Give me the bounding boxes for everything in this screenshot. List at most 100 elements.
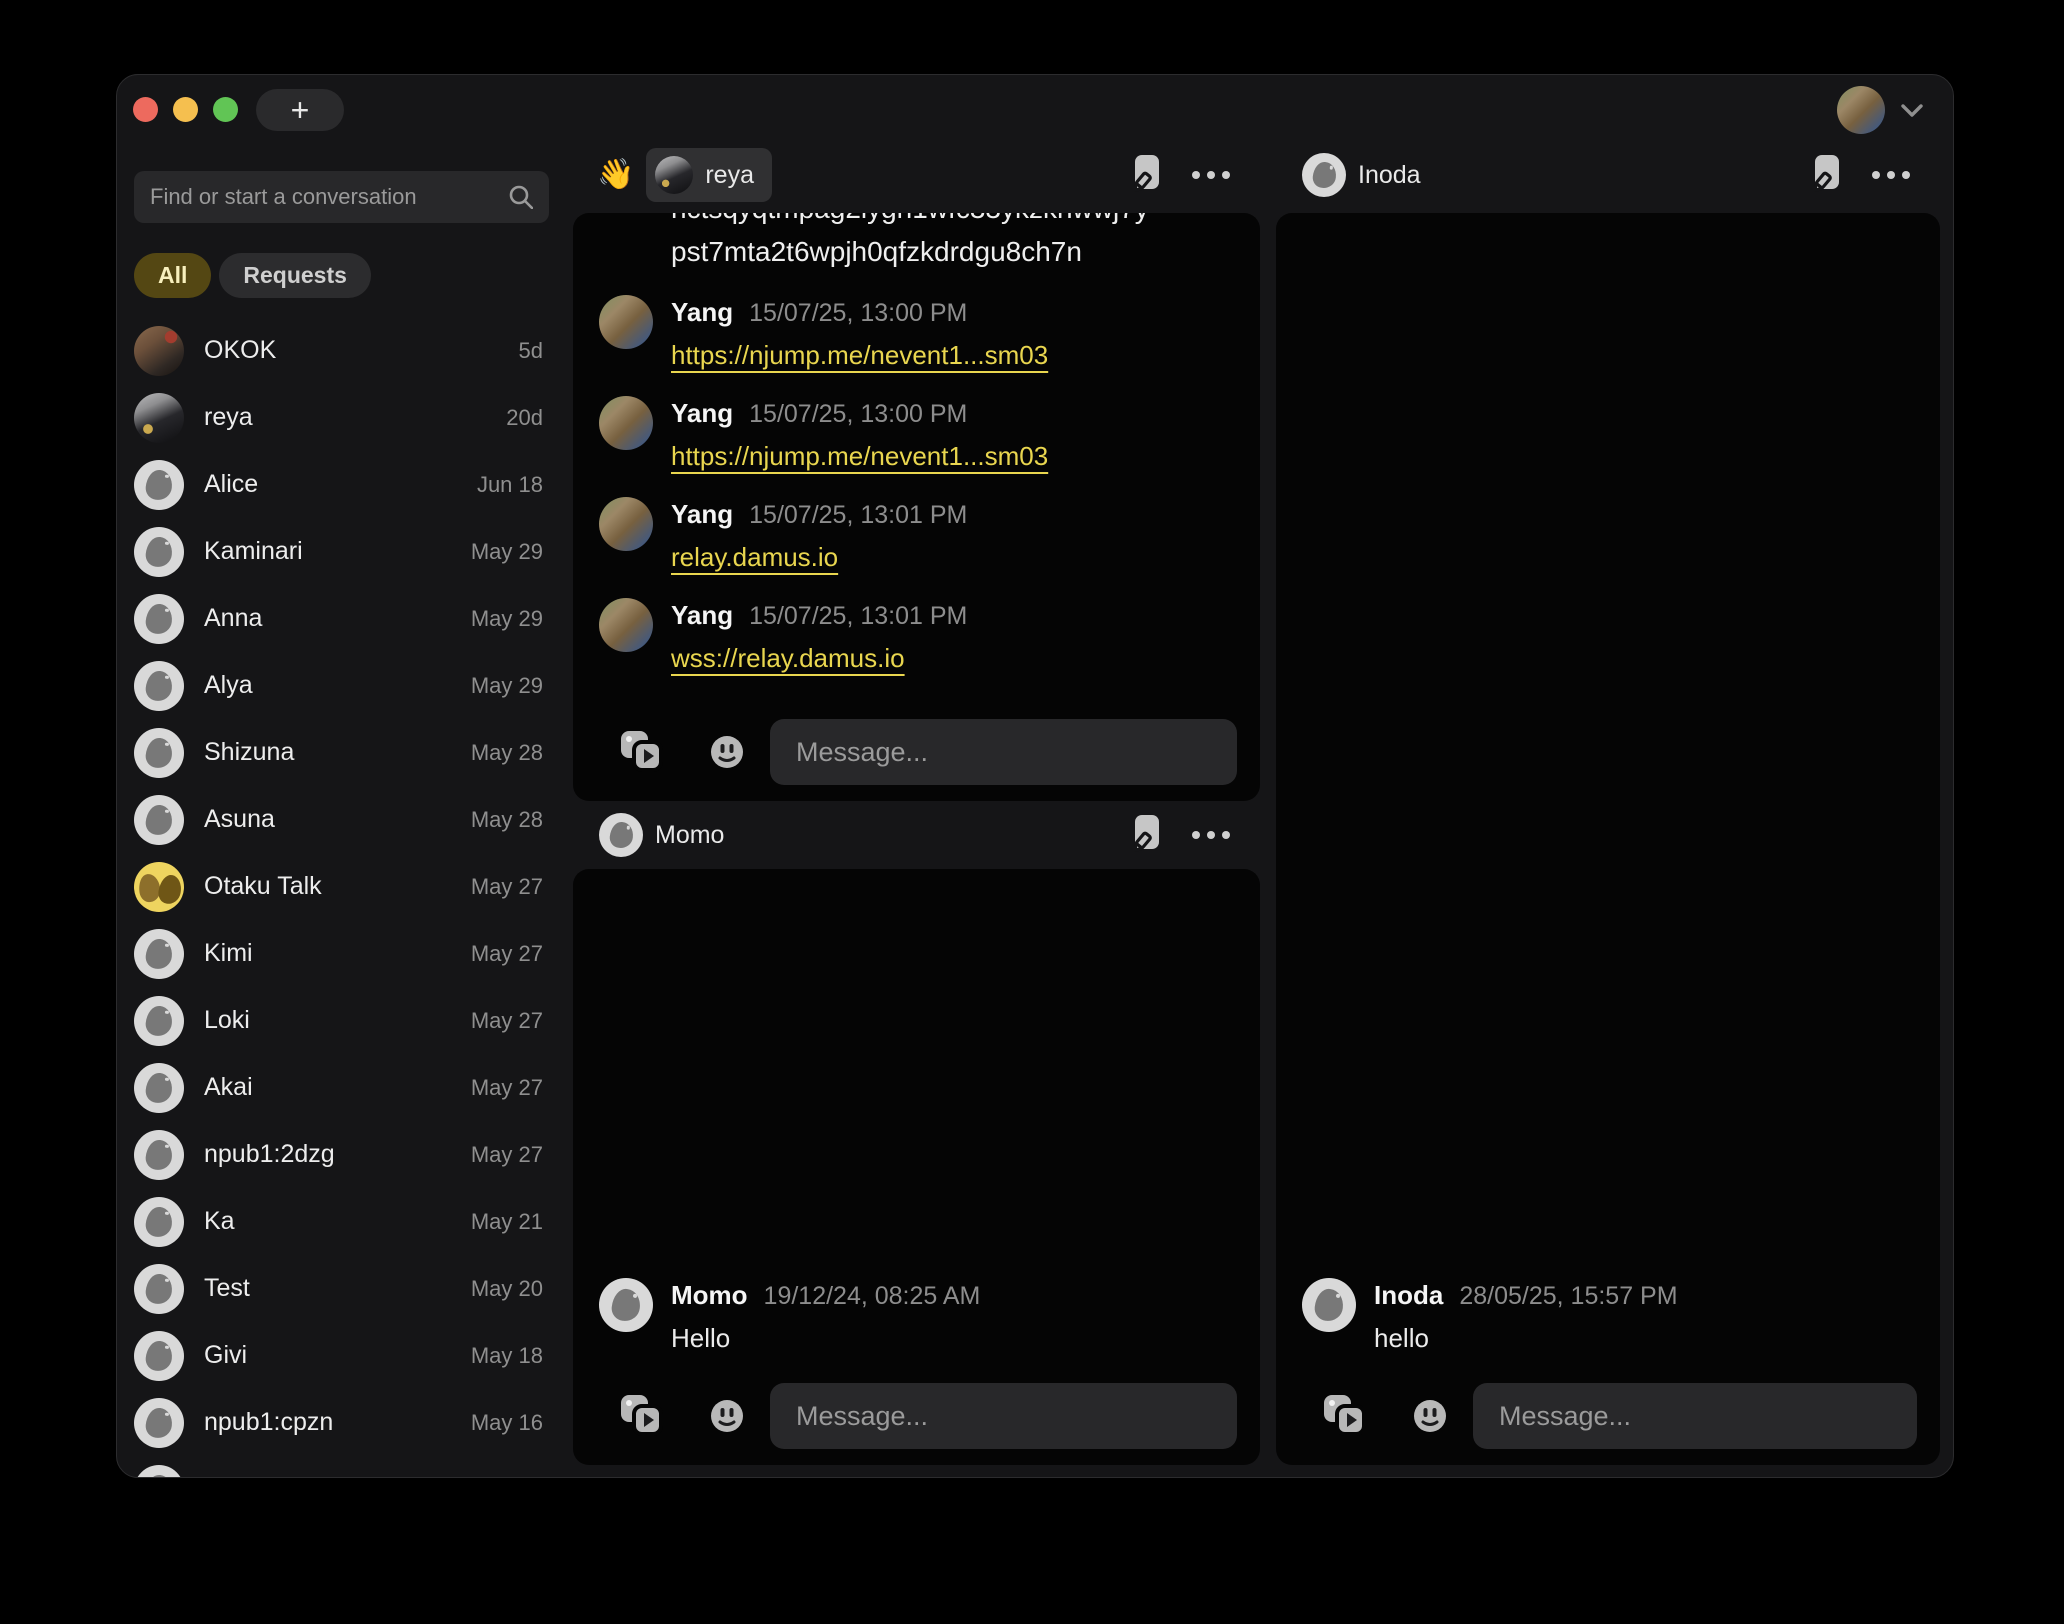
conversation-date: May 27 <box>471 874 549 900</box>
chat-message: Inoda 28/05/25, 15:57 PM hello <box>1276 1278 1940 1357</box>
conversation-date: May 20 <box>471 1276 549 1302</box>
media-icon <box>1324 1395 1368 1437</box>
conversation-avatar <box>134 929 184 979</box>
message-scroll-area[interactable]: nctsqyqtmpag2lygh1wfc33ykzknwwj7y pst7mt… <box>573 213 1260 719</box>
conversation-list-item[interactable] <box>134 1456 549 1478</box>
conversation-list-item[interactable]: Loki May 27 <box>134 987 549 1054</box>
message-scroll-area[interactable]: Inoda 28/05/25, 15:57 PM hello <box>1276 213 1940 1383</box>
account-avatar[interactable] <box>1837 86 1885 134</box>
conversation-name: npub1:cpzn <box>204 1408 451 1437</box>
message-text: hello <box>1374 1319 1678 1357</box>
close-window-button[interactable] <box>133 97 158 122</box>
conversation-list-item[interactable]: Akai May 27 <box>134 1054 549 1121</box>
emoji-button[interactable] <box>710 735 744 769</box>
more-options-button[interactable] <box>1192 831 1230 839</box>
account-menu[interactable] <box>1837 86 1923 134</box>
conversation-list-item[interactable]: Otaku Talk May 27 <box>134 853 549 920</box>
chat-peer-pill[interactable]: reya <box>646 148 772 202</box>
message-scroll-area[interactable]: Momo 19/12/24, 08:25 AM Hello <box>573 869 1260 1383</box>
window-controls <box>133 97 238 122</box>
message-timestamp: 19/12/24, 08:25 AM <box>764 1279 981 1313</box>
conversation-list-item[interactable]: OKOK 5d <box>134 317 549 384</box>
conversation-name: Shizuna <box>204 738 451 767</box>
wave-emoji-icon: 👋 <box>597 160 634 190</box>
minimize-window-button[interactable] <box>173 97 198 122</box>
message-author: Yang <box>671 295 733 329</box>
message-input[interactable] <box>770 719 1237 785</box>
attach-media-button[interactable] <box>621 1395 665 1437</box>
message-timestamp: 15/07/25, 13:01 PM <box>749 599 967 633</box>
search-bar[interactable] <box>134 171 549 223</box>
note-edit-button[interactable] <box>1134 154 1164 196</box>
message-author: Inoda <box>1374 1278 1443 1312</box>
conversation-list-item[interactable]: Test May 20 <box>134 1255 549 1322</box>
message-link[interactable]: wss://relay.damus.io <box>671 639 905 677</box>
chevron-down-icon[interactable] <box>1901 104 1923 117</box>
message-avatar[interactable] <box>599 598 653 652</box>
message-author: Yang <box>671 396 733 430</box>
message-timestamp: 15/07/25, 13:00 PM <box>749 296 967 330</box>
message-avatar[interactable] <box>1302 1278 1356 1332</box>
message-avatar[interactable] <box>599 396 653 450</box>
conversation-date: May 16 <box>471 1410 549 1436</box>
conversation-name: Akai <box>204 1073 451 1102</box>
conversation-date: Jun 18 <box>477 472 549 498</box>
attach-media-button[interactable] <box>621 731 665 773</box>
conversation-date: May 29 <box>471 606 549 632</box>
conversation-list-item[interactable]: Kimi May 27 <box>134 920 549 987</box>
conversation-list-item[interactable]: npub1:2dzg May 27 <box>134 1121 549 1188</box>
chat-panel-momo: Momo 19/12/24, 08:25 AM Hello <box>573 869 1260 1465</box>
message-link[interactable]: https://njump.me/nevent1...sm03 <box>671 437 1048 475</box>
conversation-date: 20d <box>506 405 549 431</box>
conversation-avatar <box>134 996 184 1046</box>
conversation-list-item[interactable]: Ka May 21 <box>134 1188 549 1255</box>
emoji-button[interactable] <box>1413 1399 1447 1433</box>
conversation-name: Test <box>204 1274 451 1303</box>
message-link[interactable]: relay.damus.io <box>671 538 838 576</box>
new-chat-button[interactable]: + <box>256 89 344 131</box>
more-options-button[interactable] <box>1872 171 1910 179</box>
conversation-list-item[interactable]: Alya May 29 <box>134 652 549 719</box>
conversation-list-item[interactable]: Shizuna May 28 <box>134 719 549 786</box>
message-input[interactable] <box>1473 1383 1917 1449</box>
conversation-name: Alice <box>204 470 457 499</box>
tab-requests[interactable]: Requests <box>219 253 371 298</box>
conversation-list-item[interactable]: Kaminari May 29 <box>134 518 549 585</box>
message-author: Momo <box>671 1278 748 1312</box>
conversation-list-item[interactable]: Asuna May 28 <box>134 786 549 853</box>
note-edit-button[interactable] <box>1134 814 1164 856</box>
message-text: pst7mta2t6wpjh0qfzkdrdgu8ch7n <box>573 231 1260 273</box>
app-window: + All Requests OKOK 5d reya 20d <box>116 74 1954 1478</box>
chat-message: Yang 15/07/25, 13:01 PM wss://relay.damu… <box>573 598 1260 677</box>
emoji-smiley-icon <box>710 735 744 769</box>
zoom-window-button[interactable] <box>213 97 238 122</box>
conversation-avatar <box>134 326 184 376</box>
message-link[interactable]: https://njump.me/nevent1...sm03 <box>671 336 1048 374</box>
conversation-avatar <box>134 795 184 845</box>
chat-peer-name: Momo <box>655 821 724 850</box>
search-input[interactable] <box>150 184 509 210</box>
conversation-date: May 21 <box>471 1209 549 1235</box>
message-avatar[interactable] <box>599 497 653 551</box>
conversation-list-item[interactable]: npub1:cpzn May 16 <box>134 1389 549 1456</box>
conversation-list-item[interactable]: Anna May 29 <box>134 585 549 652</box>
chat-peer-avatar[interactable] <box>1302 153 1346 197</box>
message-text: Hello <box>671 1319 980 1357</box>
message-avatar[interactable] <box>599 295 653 349</box>
message-avatar[interactable] <box>599 1278 653 1332</box>
conversation-list-item[interactable]: Givi May 18 <box>134 1322 549 1389</box>
conversation-date: May 29 <box>471 673 549 699</box>
conversation-avatar <box>134 1331 184 1381</box>
more-options-icon <box>1872 171 1910 179</box>
more-options-button[interactable] <box>1192 171 1230 179</box>
conversation-list-item[interactable]: Alice Jun 18 <box>134 451 549 518</box>
conversation-name: Otaku Talk <box>204 872 451 901</box>
chat-peer-avatar[interactable] <box>599 813 643 857</box>
message-input[interactable] <box>770 1383 1237 1449</box>
emoji-button[interactable] <box>710 1399 744 1433</box>
note-edit-button[interactable] <box>1814 154 1844 196</box>
tab-all[interactable]: All <box>134 253 211 298</box>
conversation-list-item[interactable]: reya 20d <box>134 384 549 451</box>
plus-icon: + <box>291 94 310 126</box>
attach-media-button[interactable] <box>1324 1395 1368 1437</box>
